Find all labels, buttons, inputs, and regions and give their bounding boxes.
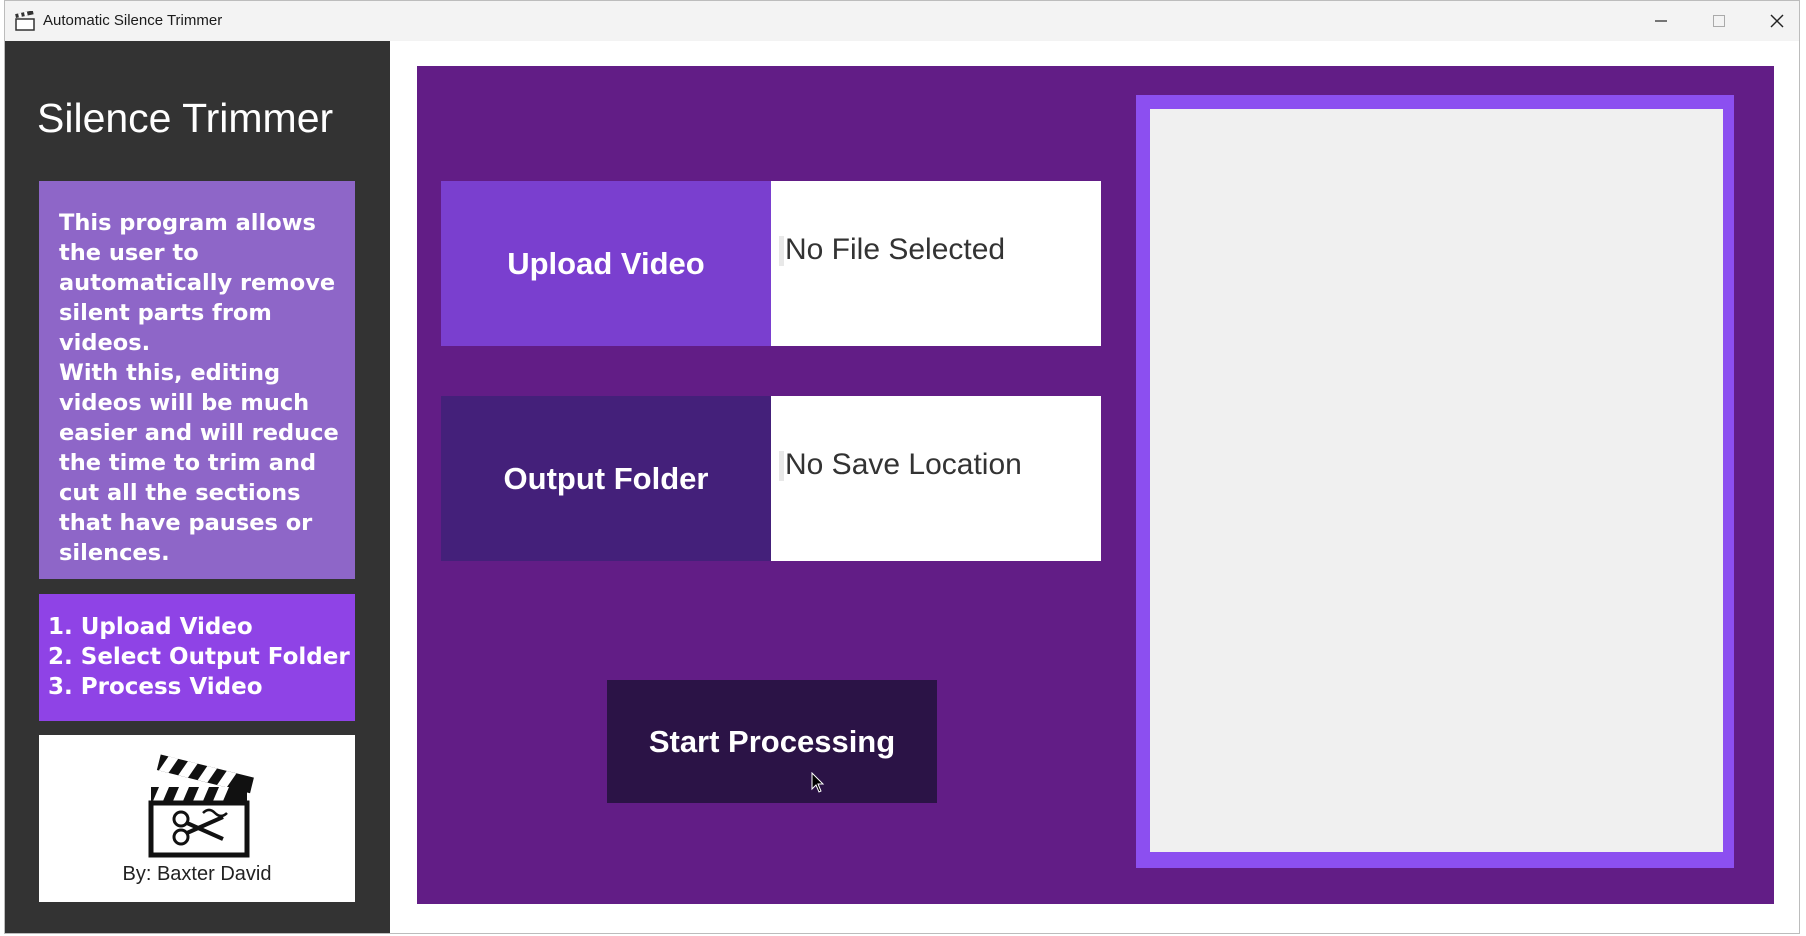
start-processing-button[interactable]: Start Processing: [607, 680, 937, 803]
save-location-text: No Save Location: [785, 448, 1022, 481]
minimize-icon: [1655, 20, 1667, 22]
step-upload: 1. Upload Video: [48, 614, 253, 640]
upload-file-field: No File Selected: [771, 181, 1101, 346]
maximize-icon: [1713, 15, 1725, 27]
logo-box: By: Baxter David: [39, 735, 355, 902]
main-panel: Upload Video No File Selected Output Fol…: [417, 66, 1774, 904]
window-title: Automatic Silence Trimmer: [43, 12, 223, 29]
video-preview-area: [1150, 109, 1723, 852]
output-location-field: No Save Location: [771, 396, 1101, 561]
sidebar: Silence Trimmer This program allows the …: [5, 41, 390, 933]
title-bar[interactable]: Automatic Silence Trimmer: [5, 1, 1799, 41]
upload-video-button[interactable]: Upload Video: [441, 181, 771, 346]
mouse-cursor-icon: [811, 772, 825, 793]
maximize-button[interactable]: [1690, 1, 1748, 41]
app-title: Silence Trimmer: [37, 95, 334, 141]
output-folder-button[interactable]: Output Folder: [441, 396, 771, 561]
step-select-output: 2. Select Output Folder: [48, 644, 350, 670]
clapperboard-scissors-icon: [148, 754, 254, 858]
text-caret: [779, 451, 784, 481]
text-caret: [779, 236, 784, 266]
close-button[interactable]: [1748, 1, 1799, 41]
author-credit: By: Baxter David: [122, 863, 272, 885]
video-preview-frame: [1136, 95, 1734, 868]
description-box: This program allows the user to automati…: [39, 181, 355, 579]
minimize-button[interactable]: [1632, 1, 1690, 41]
main-area: Upload Video No File Selected Output Fol…: [390, 41, 1799, 933]
close-icon: [1770, 14, 1784, 28]
step-process: 3. Process Video: [48, 674, 263, 700]
app-window: Automatic Silence Trimmer Silence Trimme…: [4, 0, 1800, 934]
steps-box: 1. Upload Video 2. Select Output Folder …: [39, 594, 355, 721]
clapperboard-icon: [15, 11, 35, 31]
selected-file-text: No File Selected: [785, 233, 1006, 266]
